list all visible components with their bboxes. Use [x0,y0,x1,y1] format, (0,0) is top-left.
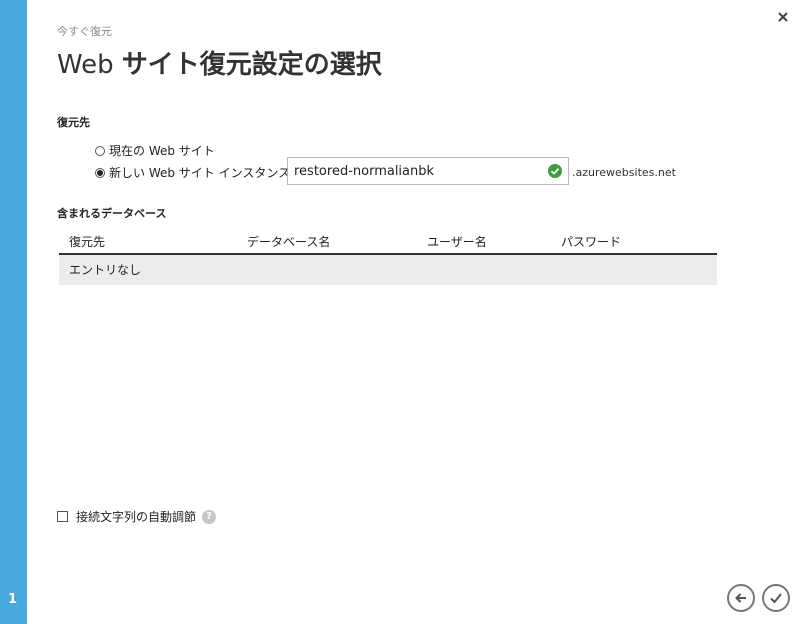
step-number: 1 [8,592,18,607]
checkmark-valid-icon [548,164,562,178]
auto-adjust-checkbox[interactable] [57,511,68,522]
radio-current-site-label: 現在の Web サイト [109,144,215,158]
site-name-input[interactable] [288,158,540,184]
restore-wizard-dialog: 1 今すぐ復元 Web サイト復元設定の選択 復元先 現在の Web サイト 新し… [0,0,800,624]
back-arrow-icon [735,593,746,603]
page-title-light: Web [57,50,114,80]
auto-adjust-option[interactable]: 接続文字列の自動調節 ? [57,508,217,525]
back-button[interactable] [727,584,755,612]
close-button[interactable] [774,8,792,26]
page-title-bold: サイト復元設定の選択 [121,50,382,80]
radio-new-site[interactable]: 新しい Web サイト インスタンス [95,164,290,181]
table-header: 復元先 データベース名 ユーザー名 パスワード [59,226,717,255]
checkmark-icon [770,593,782,604]
radio-current-site-indicator[interactable] [95,145,105,156]
databases-table: 復元先 データベース名 ユーザー名 パスワード エントリなし [59,226,717,285]
databases-label: 含まれるデータベース [57,207,167,220]
site-name-field[interactable] [287,157,569,185]
help-icon[interactable]: ? [202,509,217,524]
radio-new-site-label: 新しい Web サイト インスタンス [109,166,291,180]
column-header-password: パスワード [561,235,622,249]
table-row: エントリなし [59,255,717,285]
finish-button[interactable] [762,584,790,612]
breadcrumb: 今すぐ復元 [57,25,112,38]
domain-suffix: .azurewebsites.net [572,166,676,179]
column-header-user-name: ユーザー名 [427,235,487,249]
restore-target-label: 復元先 [57,116,90,129]
radio-current-site[interactable]: 現在の Web サイト [95,142,215,159]
column-header-database-name: データベース名 [247,235,331,249]
close-icon [778,12,788,22]
wizard-step-strip: 1 [0,0,27,624]
page-title: Web サイト復元設定の選択 [57,46,382,84]
radio-new-site-indicator[interactable] [95,167,105,178]
column-header-restore-target: 復元先 [69,235,106,249]
auto-adjust-label: 接続文字列の自動調節 [76,510,197,524]
